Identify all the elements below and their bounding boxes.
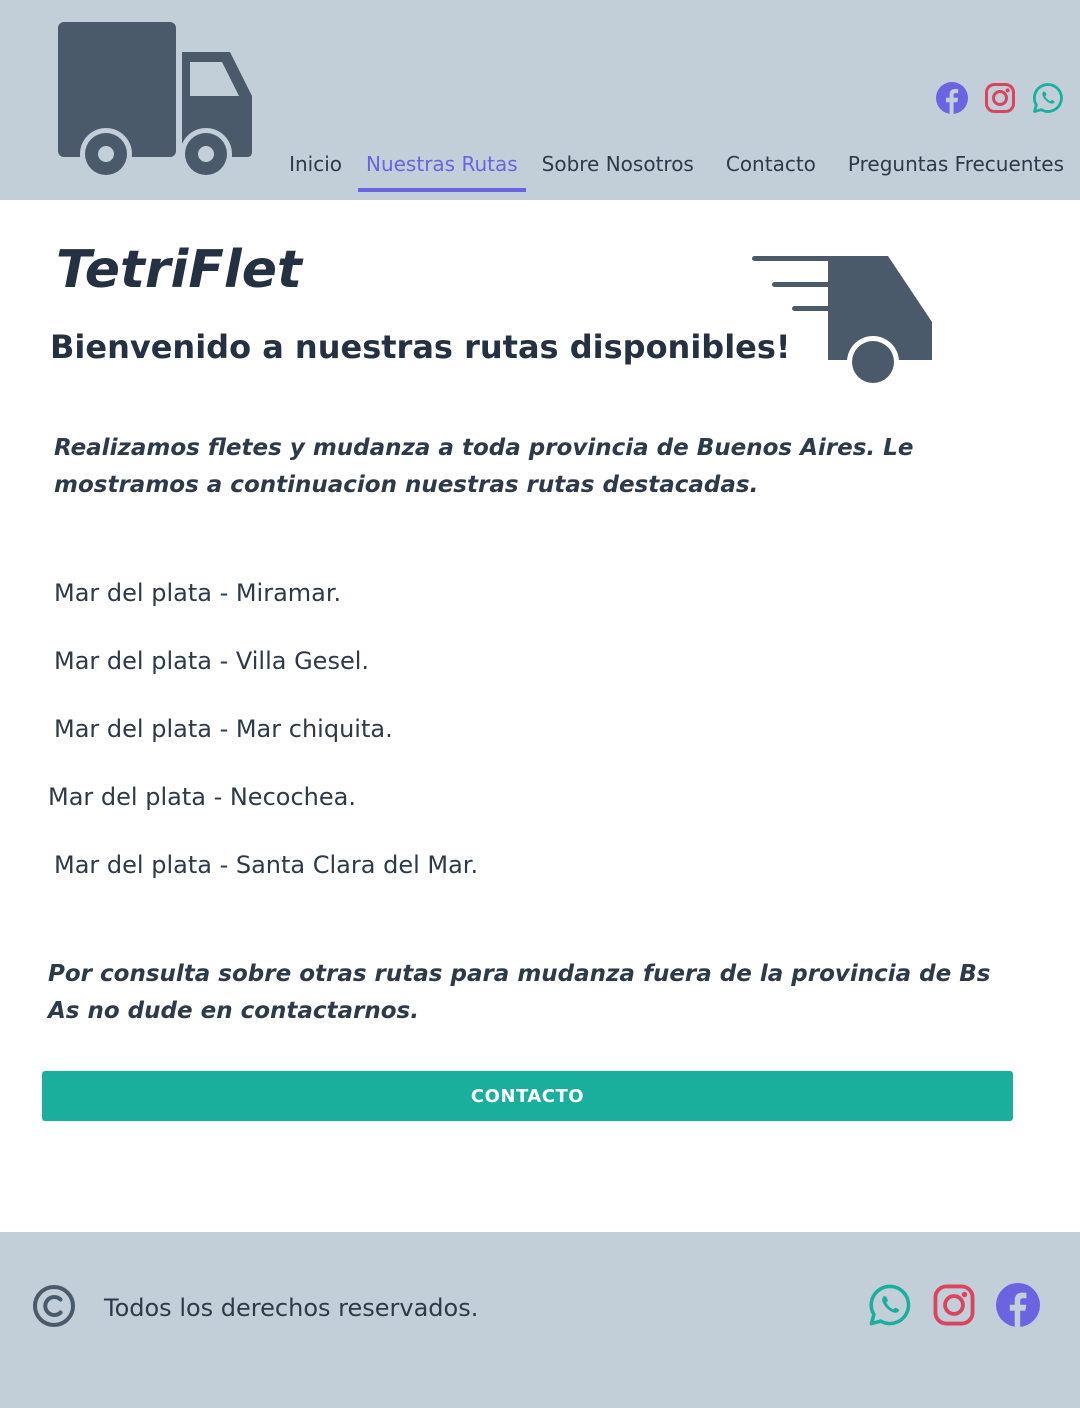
route-item: Mar del plata - Santa Clara del Mar. [54,851,479,879]
nav-sobre-nosotros[interactable]: Sobre Nosotros [526,140,710,192]
route-item: Mar del plata - Mar chiquita. [54,715,393,743]
route-item: Mar del plata - Necochea. [48,783,356,811]
copyright-icon [33,1285,75,1327]
instagram-icon[interactable] [932,1283,976,1327]
nav-nuestras-rutas[interactable]: Nuestras Rutas [357,140,526,192]
nav-preguntas-frecuentes[interactable]: Preguntas Frecuentes [832,140,1080,192]
main-nav: Inicio Nuestras Rutas Sobre Nosotros Con… [273,140,1080,192]
route-item: Mar del plata - Miramar. [54,579,342,607]
site-footer: Todos los derechos reservados. [0,1232,1080,1408]
page-title: Bienvenido a nuestras rutas disponibles! [50,328,791,366]
brand-title: TetriFlet [56,240,302,300]
social-links-top [936,82,1064,114]
nav-contacto[interactable]: Contacto [710,140,832,192]
intro-text: Realizamos fletes y mudanza a toda provi… [54,435,914,498]
contacto-button[interactable]: CONTACTO [42,1071,1013,1121]
facebook-icon[interactable] [996,1283,1040,1327]
route-item: Mar del plata - Villa Gesel. [54,647,370,675]
instagram-icon[interactable] [984,82,1016,114]
contact-note: Por consulta sobre otras rutas para muda… [48,961,991,1024]
copyright-text: Todos los derechos reservados. [104,1294,479,1322]
whatsapp-icon[interactable] [1032,82,1064,114]
whatsapp-icon[interactable] [868,1283,912,1327]
fast-truck-icon [752,256,932,388]
site-header: Inicio Nuestras Rutas Sobre Nosotros Con… [0,0,1080,200]
facebook-icon[interactable] [936,82,968,114]
main-content: TetriFlet Bienvenido a nuestras rutas di… [0,200,1080,1232]
nav-inicio[interactable]: Inicio [273,140,358,192]
truck-icon[interactable] [58,20,254,180]
social-links-bottom [868,1283,1040,1327]
